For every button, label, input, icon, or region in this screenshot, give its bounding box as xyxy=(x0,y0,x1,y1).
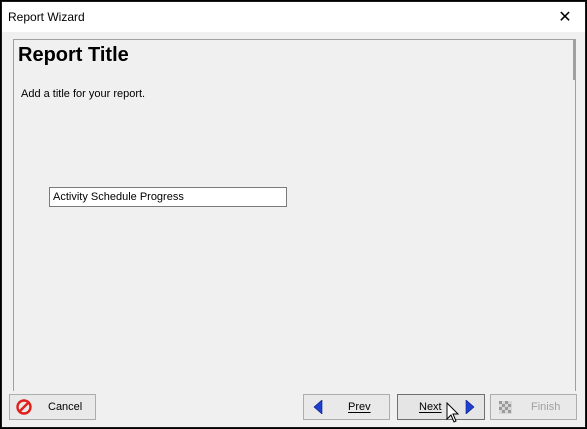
arrow-left-icon xyxy=(313,400,323,414)
window-title: Report Wizard xyxy=(8,10,85,24)
cancel-button[interactable]: Cancel xyxy=(9,394,96,420)
title-bar: Report Wizard ✕ xyxy=(2,2,585,32)
prev-label: Prev xyxy=(348,401,371,413)
page-description: Add a title for your report. xyxy=(21,88,146,100)
finish-label: Finish xyxy=(531,401,561,413)
close-icon: ✕ xyxy=(558,9,572,26)
next-label: Next xyxy=(419,401,442,413)
finish-button[interactable]: Finish xyxy=(490,394,577,420)
wizard-content-panel: Report Title Add a title for your report… xyxy=(13,39,576,391)
page-heading: Report Title xyxy=(18,44,129,66)
report-wizard-window: Report Wizard ✕ Report Title Add a title… xyxy=(1,1,586,428)
prev-button[interactable]: Prev xyxy=(303,394,390,420)
mouse-pointer-icon xyxy=(446,402,460,423)
arrow-right-icon xyxy=(465,400,475,414)
cancel-circle-icon xyxy=(16,399,32,415)
next-button[interactable]: Next xyxy=(397,394,485,420)
cancel-label: Cancel xyxy=(48,401,83,413)
report-title-input[interactable] xyxy=(49,187,287,207)
panel-edge xyxy=(573,40,575,80)
checkered-flag-icon xyxy=(499,401,512,414)
close-button[interactable]: ✕ xyxy=(545,2,585,32)
